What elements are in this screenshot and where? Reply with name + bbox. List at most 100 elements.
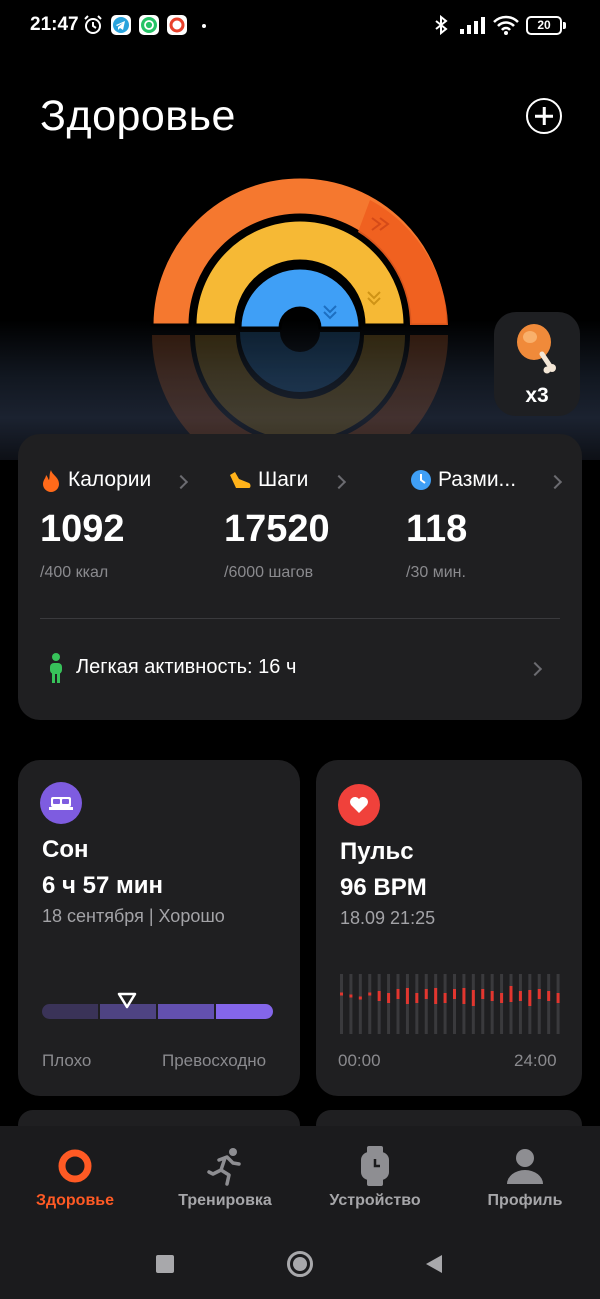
clock-icon [411, 470, 431, 490]
nav-workout[interactable]: Тренировка [150, 1142, 300, 1222]
stats-divider [40, 618, 560, 619]
pulse-bar-track [443, 974, 447, 1034]
telegram-icon [111, 15, 131, 35]
pulse-bar [415, 993, 419, 1003]
sleep-low-label: Плохо [42, 1051, 92, 1070]
battery-level: 20 [537, 18, 551, 32]
pulse-bar-track [547, 974, 551, 1034]
pulse-end-label: 24:00 [514, 1051, 557, 1070]
steps-goal: /6000 шагов [224, 564, 314, 581]
sleep-subtitle: 18 сентября | Хорошо [42, 906, 225, 926]
sleep-title: Сон [42, 836, 89, 863]
pulse-bar-track [387, 974, 391, 1034]
nav-health[interactable]: Здоровье [0, 1142, 150, 1222]
pulse-bar-track [349, 974, 353, 1034]
pulse-bar [387, 993, 391, 1003]
movement-value: 118 [406, 508, 468, 550]
calories-value: 1092 [40, 508, 125, 550]
steps-stat-label[interactable]: Шаги [228, 468, 308, 492]
heart-icon [338, 784, 380, 826]
pulse-bar-track [377, 974, 381, 1034]
sleep-quality-bar [42, 1004, 273, 1019]
pulse-bar-track [453, 974, 456, 1034]
pulse-bar [405, 988, 409, 1004]
sleep-quality-marker [118, 992, 137, 1009]
calories-label: Калории [68, 468, 152, 491]
nav-device[interactable]: Устройство [300, 1142, 450, 1222]
bed-icon [40, 782, 82, 824]
pulse-bar-track [518, 974, 522, 1034]
movement-goal: /30 мин. [406, 564, 466, 581]
running-icon [207, 1148, 241, 1186]
light-activity-text[interactable]: Легкая активность: 16 ч [76, 656, 296, 679]
whatsapp-icon [139, 15, 159, 35]
pulse-bar [500, 993, 504, 1003]
pulse-bar [537, 989, 541, 999]
pulse-bar-track [424, 974, 428, 1034]
pulse-bar-track [358, 974, 362, 1034]
signal-icon [460, 17, 485, 34]
pulse-bar [340, 992, 343, 996]
pulse-bar [462, 988, 466, 1004]
pulse-chart [340, 974, 560, 1034]
pulse-bar-track [537, 974, 541, 1034]
pulse-bar [453, 989, 456, 999]
movement-stat-label[interactable]: Разми... [410, 468, 516, 492]
reward-badge[interactable]: x3 [494, 312, 580, 416]
reward-count: x3 [525, 384, 549, 407]
pulse-bar [443, 993, 447, 1003]
pulse-bar [377, 991, 381, 1001]
bluetooth-icon [435, 14, 448, 36]
screen-record-icon [167, 15, 187, 35]
shoe-icon [230, 472, 251, 488]
pulse-bar [434, 988, 438, 1004]
pulse-bar-track [490, 974, 494, 1034]
page-title: Здоровье [40, 92, 236, 140]
pulse-bar [368, 992, 372, 996]
calories-stat-label[interactable]: Калории [40, 468, 151, 492]
home-button[interactable] [287, 1251, 313, 1277]
nav-profile[interactable]: Профиль [450, 1142, 600, 1222]
plus-circle-icon[interactable] [526, 98, 562, 134]
battery-icon: 20 [526, 16, 562, 35]
pulse-bar-track [415, 974, 419, 1034]
health-ring-icon [58, 1149, 92, 1183]
back-button[interactable] [424, 1254, 444, 1274]
alarm-icon [84, 15, 102, 34]
status-bar: 21:47 20 [0, 0, 600, 52]
pulse-bar [349, 994, 353, 998]
battery-tip [563, 22, 566, 29]
steps-value: 17520 [224, 508, 330, 550]
pulse-bar [528, 990, 532, 1006]
pulse-bar-track [481, 974, 485, 1034]
profile-icon [507, 1149, 543, 1184]
sleep-duration: 6 ч 57 мин [42, 872, 163, 899]
flame-icon [43, 470, 59, 492]
pulse-bar-track [556, 974, 560, 1034]
pulse-bar [396, 989, 400, 999]
pulse-title: Пульс [340, 838, 414, 865]
pulse-bar [424, 989, 428, 999]
pulse-start-label: 00:00 [338, 1051, 381, 1070]
person-standing-icon [50, 653, 62, 683]
watch-icon [361, 1146, 389, 1186]
wifi-icon [493, 15, 519, 35]
nav-health-label: Здоровье [35, 1192, 115, 1209]
pulse-bar-track [340, 974, 343, 1034]
activity-rings[interactable] [140, 170, 460, 450]
pulse-bar [481, 989, 485, 999]
pulse-bar-track [396, 974, 400, 1034]
pulse-bar [471, 990, 475, 1006]
drumstick-icon [517, 324, 556, 374]
nav-workout-label: Тренировка [178, 1192, 272, 1209]
steps-label: Шаги [258, 468, 309, 491]
pulse-bar [358, 996, 362, 1000]
pulse-bar [547, 991, 551, 1001]
recents-button[interactable] [156, 1255, 174, 1273]
pulse-bar-track [368, 974, 372, 1034]
calories-goal: /400 ккал [40, 564, 109, 581]
nav-profile-label: Профиль [487, 1192, 563, 1209]
status-time: 21:47 [30, 14, 79, 35]
pulse-subtitle: 18.09 21:25 [340, 908, 436, 928]
pulse-bar [556, 993, 560, 1003]
